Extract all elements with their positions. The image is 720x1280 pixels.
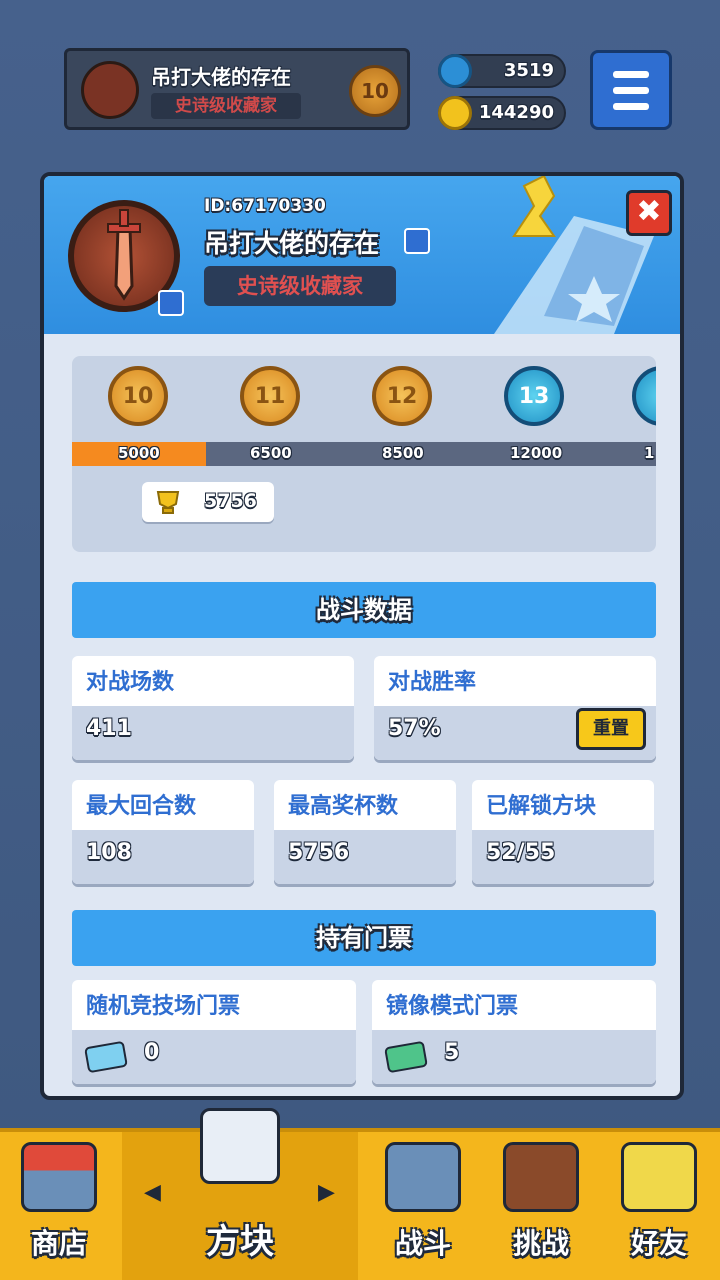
arena-ticket-value: 0 bbox=[144, 1040, 160, 1065]
player-name: 吊打大佬的存在 bbox=[204, 229, 380, 258]
top-player-name: 吊打大佬的存在 bbox=[151, 65, 291, 89]
max-rounds-label: 最大回合数 bbox=[86, 794, 197, 819]
nav-friends-label: 好友 bbox=[630, 1227, 687, 1260]
menu-button[interactable] bbox=[590, 50, 672, 130]
rank-threshold: 6500 bbox=[250, 444, 292, 462]
hamburger-menu-icon bbox=[613, 71, 649, 78]
gems-counter: 3519 bbox=[438, 54, 566, 88]
nav-battle[interactable]: 战斗 bbox=[364, 1132, 482, 1280]
nav-battle-label: 战斗 bbox=[394, 1227, 451, 1260]
unlocked-blocks-label: 已解锁方块 bbox=[486, 794, 597, 819]
rank-13-badge-icon: 13 bbox=[504, 366, 564, 426]
max-trophies-card: 最高奖杯数 5756 bbox=[274, 780, 456, 884]
rank-threshold: 8500 bbox=[382, 444, 424, 462]
mirror-ticket-card: 镜像模式门票 5 bbox=[372, 980, 656, 1084]
arena-ticket-label: 随机竞技场门票 bbox=[86, 994, 241, 1019]
matches-card: 对战场数 411 bbox=[72, 656, 354, 760]
rank-track[interactable]: 10 11 12 13 5000 6500 8500 12000 1 5756 bbox=[72, 356, 656, 552]
winrate-value: 57% bbox=[388, 716, 441, 741]
rank-11-badge-icon: 11 bbox=[240, 366, 300, 426]
player-title[interactable]: 史诗级收藏家 bbox=[204, 266, 396, 306]
rank-badge-icon: 10 bbox=[349, 65, 401, 117]
bottom-nav: 商店 方块 战斗 挑战 好友 bbox=[0, 1108, 720, 1280]
gem-icon bbox=[438, 54, 472, 88]
avatar-edit-icon[interactable] bbox=[158, 290, 184, 316]
sword-avatar-icon bbox=[81, 61, 139, 119]
rank-threshold: 5000 bbox=[118, 444, 160, 462]
matches-label: 对战场数 bbox=[86, 670, 175, 695]
coins-value: 144290 bbox=[478, 102, 554, 123]
max-trophies-value: 5756 bbox=[288, 840, 350, 865]
close-button[interactable]: ✖ bbox=[626, 190, 672, 236]
profile-modal: ID:67170330 吊打大佬的存在 史诗级收藏家 ✖ 10 11 12 13… bbox=[40, 172, 684, 1100]
winrate-card: 对战胜率 57% 重置 bbox=[374, 656, 656, 760]
rank-threshold: 12000 bbox=[510, 444, 563, 462]
block-icon bbox=[200, 1108, 280, 1184]
friends-icon bbox=[621, 1142, 697, 1212]
mirror-ticket-value: 5 bbox=[444, 1040, 460, 1065]
gems-value: 3519 bbox=[503, 60, 554, 81]
coins-counter: 144290 bbox=[438, 96, 566, 130]
winrate-label: 对战胜率 bbox=[388, 670, 477, 695]
trophy-icon bbox=[156, 491, 180, 514]
player-card-top[interactable]: 吊打大佬的存在 史诗级收藏家 10 bbox=[64, 48, 410, 130]
top-player-title: 史诗级收藏家 bbox=[151, 93, 301, 119]
nav-shop-label: 商店 bbox=[30, 1227, 87, 1260]
arena-ticket-card: 随机竞技场门票 0 bbox=[72, 980, 356, 1084]
rank-14-badge-icon bbox=[632, 366, 656, 426]
nav-blocks[interactable]: 方块 bbox=[122, 1108, 358, 1280]
max-rounds-value: 108 bbox=[86, 840, 132, 865]
mirror-ticket-label: 镜像模式门票 bbox=[386, 994, 519, 1019]
prev-arrow-icon[interactable]: ◀ bbox=[144, 1180, 161, 1205]
rank-10-badge-icon: 10 bbox=[108, 366, 168, 426]
current-trophies-tag: 5756 bbox=[142, 482, 274, 522]
reset-button[interactable]: 重置 bbox=[576, 708, 646, 750]
rank-threshold: 1 bbox=[644, 444, 655, 462]
battle-icon bbox=[385, 1142, 461, 1212]
next-arrow-icon[interactable]: ▶ bbox=[318, 1180, 335, 1205]
nav-challenge[interactable]: 挑战 bbox=[482, 1132, 600, 1280]
nav-blocks-label: 方块 bbox=[206, 1222, 274, 1262]
rank-12-badge-icon: 12 bbox=[372, 366, 432, 426]
matches-value: 411 bbox=[86, 716, 132, 741]
coin-icon bbox=[438, 96, 472, 130]
unlocked-blocks-value: 52/55 bbox=[486, 840, 556, 865]
shop-icon bbox=[21, 1142, 97, 1212]
challenge-icon bbox=[503, 1142, 579, 1212]
name-edit-icon[interactable] bbox=[404, 228, 430, 254]
nav-friends[interactable]: 好友 bbox=[600, 1132, 718, 1280]
profile-header: ID:67170330 吊打大佬的存在 史诗级收藏家 ✖ bbox=[44, 176, 680, 334]
max-rounds-card: 最大回合数 108 bbox=[72, 780, 254, 884]
nav-shop[interactable]: 商店 bbox=[0, 1132, 118, 1280]
player-id: ID:67170330 bbox=[204, 196, 326, 216]
tickets-header: 持有门票 bbox=[72, 910, 656, 966]
unlocked-blocks-card: 已解锁方块 52/55 bbox=[472, 780, 654, 884]
current-trophies-value: 5756 bbox=[204, 490, 257, 512]
nav-challenge-label: 挑战 bbox=[512, 1227, 569, 1260]
max-trophies-label: 最高奖杯数 bbox=[288, 794, 399, 819]
battle-stats-header: 战斗数据 bbox=[72, 582, 656, 638]
